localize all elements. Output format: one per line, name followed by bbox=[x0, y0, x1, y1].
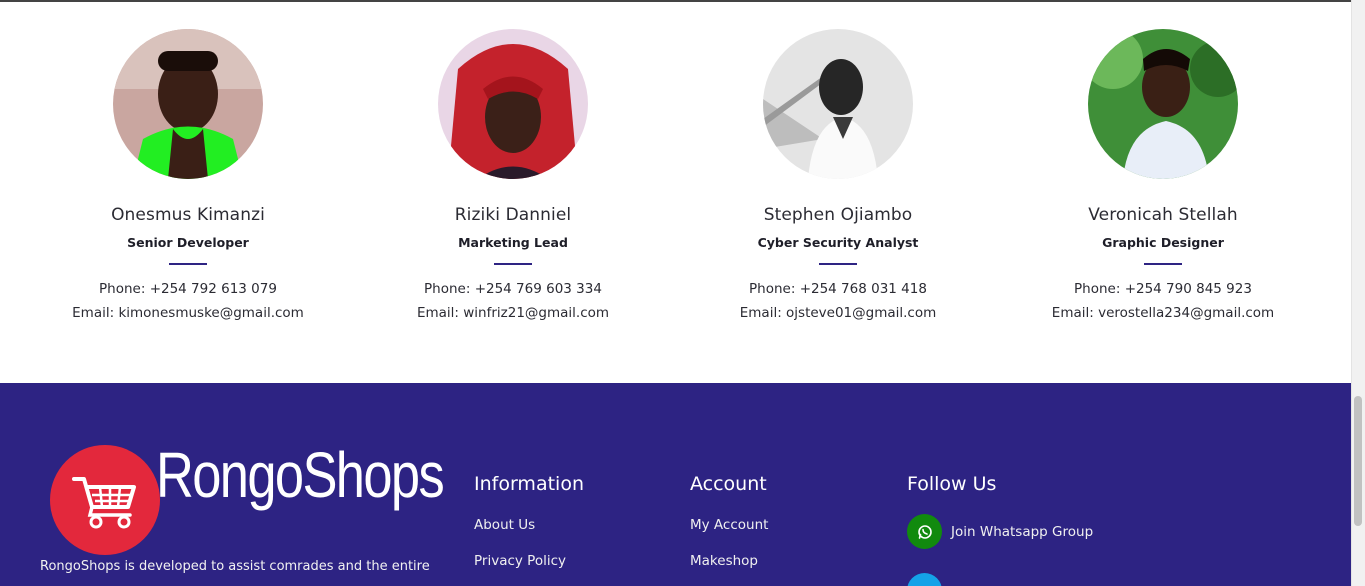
team-member-card: Riziki Danniel Marketing Lead Phone: +25… bbox=[363, 29, 663, 321]
footer-description: RongoShops is developed to assist comrad… bbox=[40, 559, 430, 574]
logo-badge[interactable] bbox=[50, 445, 160, 555]
site-footer: RongoShops RongoShops is developed to as… bbox=[0, 383, 1351, 586]
member-photo bbox=[113, 29, 263, 179]
link-privacy-policy[interactable]: Privacy Policy bbox=[474, 553, 566, 569]
whatsapp-group-link[interactable]: Join Whatsapp Group bbox=[907, 514, 1093, 549]
member-photo bbox=[1088, 29, 1238, 179]
footer-column-follow: Follow Us bbox=[907, 473, 996, 495]
member-phone: Phone: +254 790 845 923 bbox=[1074, 281, 1252, 297]
member-name: Onesmus Kimanzi bbox=[111, 205, 265, 225]
scrollbar-thumb[interactable] bbox=[1354, 396, 1362, 526]
link-my-account[interactable]: My Account bbox=[690, 517, 768, 533]
divider bbox=[494, 263, 532, 265]
team-member-card: Veronicah Stellah Graphic Designer Phone… bbox=[1013, 29, 1313, 321]
page-scrollbar[interactable] bbox=[1351, 0, 1365, 586]
member-role: Senior Developer bbox=[127, 235, 249, 250]
member-name: Stephen Ojiambo bbox=[763, 205, 913, 225]
member-phone: Phone: +254 768 031 418 bbox=[749, 281, 927, 297]
member-email: Email: kimonesmuske@gmail.com bbox=[72, 305, 304, 321]
member-role: Cyber Security Analyst bbox=[757, 235, 919, 250]
column-title: Follow Us bbox=[907, 473, 997, 495]
member-email: Email: ojsteve01@gmail.com bbox=[739, 305, 937, 321]
twitter-icon[interactable] bbox=[907, 573, 942, 586]
member-name: Riziki Danniel bbox=[454, 205, 572, 225]
link-makeshop[interactable]: Makeshop bbox=[690, 553, 758, 569]
column-title: Information bbox=[474, 473, 584, 495]
member-photo bbox=[763, 29, 913, 179]
footer-column-information: Information About Us Privacy Policy bbox=[474, 473, 584, 569]
team-member-card: Stephen Ojiambo Cyber Security Analyst P… bbox=[688, 29, 988, 321]
team-member-card: Onesmus Kimanzi Senior Developer Phone: … bbox=[38, 29, 338, 321]
shopping-cart-icon bbox=[72, 477, 136, 529]
whatsapp-icon bbox=[907, 514, 942, 549]
divider bbox=[169, 263, 207, 265]
member-role: Graphic Designer bbox=[1102, 235, 1224, 250]
member-email: Email: winfriz21@gmail.com bbox=[416, 305, 610, 321]
column-title: Account bbox=[690, 473, 767, 495]
member-photo bbox=[438, 29, 588, 179]
member-phone: Phone: +254 769 603 334 bbox=[424, 281, 602, 297]
member-phone: Phone: +254 792 613 079 bbox=[99, 281, 277, 297]
divider bbox=[1144, 263, 1182, 265]
brand-logo-text[interactable]: RongoShops bbox=[156, 443, 445, 507]
member-role: Marketing Lead bbox=[458, 235, 568, 250]
member-email: Email: verostella234@gmail.com bbox=[1051, 305, 1275, 321]
divider bbox=[819, 263, 857, 265]
footer-column-account: Account My Account Makeshop bbox=[690, 473, 768, 569]
member-name: Veronicah Stellah bbox=[1088, 205, 1238, 225]
team-section: Onesmus Kimanzi Senior Developer Phone: … bbox=[0, 2, 1351, 383]
whatsapp-label: Join Whatsapp Group bbox=[951, 523, 1094, 540]
link-about-us[interactable]: About Us bbox=[474, 517, 535, 533]
